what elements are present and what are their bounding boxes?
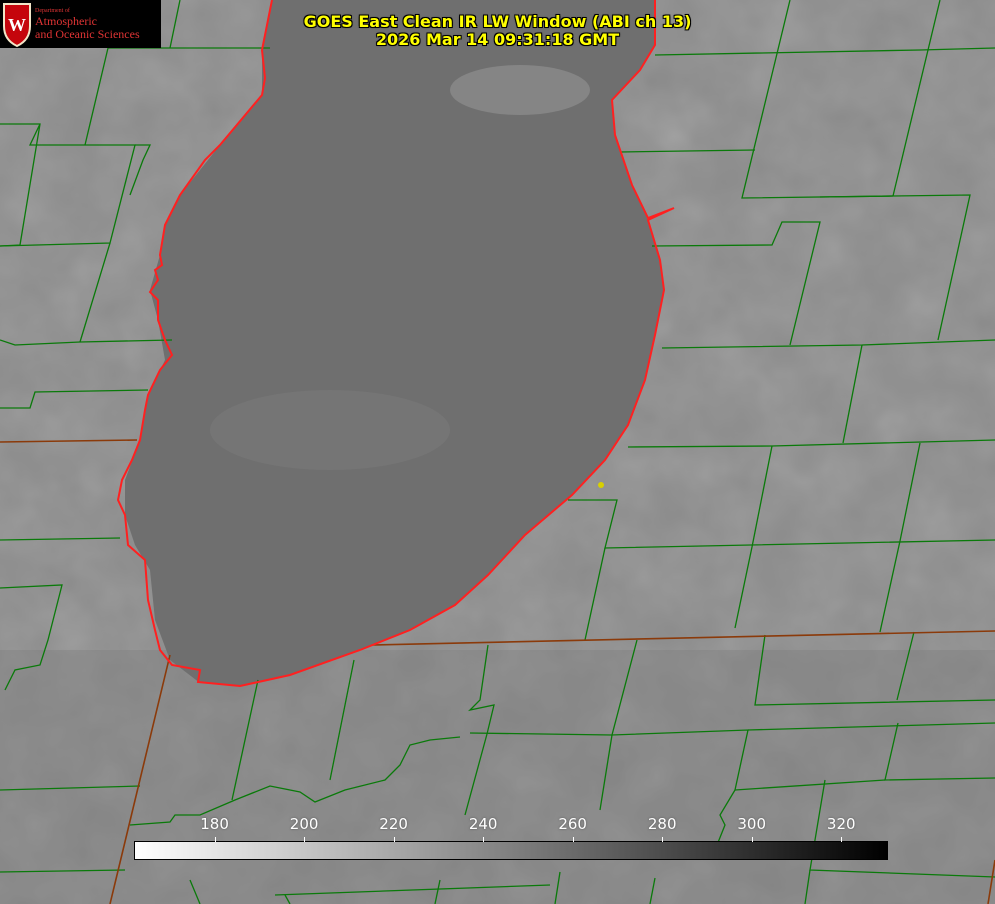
colorbar-tick-label: 300 bbox=[737, 815, 767, 833]
colorbar-tick bbox=[483, 837, 485, 842]
cloud-patch bbox=[450, 65, 590, 115]
colorbar-tick bbox=[214, 837, 216, 842]
ir-darker-south bbox=[0, 650, 995, 904]
colorbar-tick bbox=[572, 837, 574, 842]
colorbar-tick bbox=[841, 837, 843, 842]
colorbar-tick-label: 180 bbox=[200, 815, 229, 833]
map-canvas bbox=[0, 0, 995, 904]
cloud-streak bbox=[210, 390, 450, 470]
colorbar-tick bbox=[751, 837, 753, 842]
satellite-map: W Department of Atmospheric and Oceanic … bbox=[0, 0, 995, 904]
colorbar-tick-label: 220 bbox=[379, 815, 408, 833]
image-timestamp: 2026 Mar 14 09:31:18 GMT bbox=[375, 30, 620, 49]
colorbar-tick-label: 240 bbox=[468, 815, 498, 833]
colorbar-tick-label: 320 bbox=[826, 815, 856, 833]
colorbar-tick-label: 280 bbox=[647, 815, 677, 833]
colorbar-tick bbox=[304, 837, 306, 842]
colorbar-gradient bbox=[134, 841, 888, 860]
location-marker bbox=[598, 482, 604, 488]
image-title: GOES East Clean IR LW Window (ABI ch 13) bbox=[303, 12, 692, 31]
colorbar-tick bbox=[662, 837, 664, 842]
colorbar-tick bbox=[393, 837, 395, 842]
colorbar-tick-label: 200 bbox=[289, 815, 319, 833]
colorbar-tick-label: 260 bbox=[558, 815, 587, 833]
